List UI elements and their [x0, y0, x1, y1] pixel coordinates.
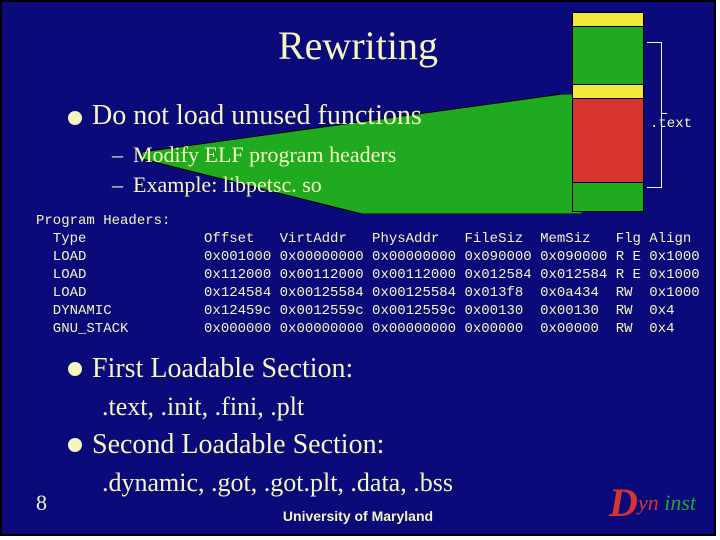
code-row: LOAD 0x124584 0x00125584 0x00125584 0x01… — [36, 285, 700, 301]
mem-slot — [572, 98, 644, 182]
sub-bullet-list: – Modify ELF program headers – Example: … — [112, 140, 396, 200]
main-bullet-text: Do not load unused functions — [92, 100, 422, 131]
program-headers-block: Program Headers: Type Offset VirtAddr Ph… — [36, 212, 700, 338]
mem-slot — [572, 26, 644, 84]
bracket-icon — [647, 42, 662, 188]
dash-icon: – — [112, 170, 123, 200]
text-segment-label: .text — [650, 116, 692, 132]
mem-slot — [572, 12, 644, 26]
code-heading: Program Headers: — [36, 213, 170, 229]
memory-layout-diagram — [572, 12, 644, 212]
code-row: GNU_STACK 0x000000 0x00000000 0x00000000… — [36, 321, 675, 337]
bullet-icon — [68, 362, 82, 376]
main-bullet: Do not load unused functions — [68, 100, 422, 132]
logo-part1: yn — [638, 490, 659, 515]
sub-bullet-item: – Example: libpetsc. so — [112, 170, 396, 200]
bullet-icon — [68, 438, 82, 452]
logo-letter-d: D — [609, 480, 638, 525]
list-item: Second Loadable Section: — [68, 426, 453, 464]
code-row: LOAD 0x001000 0x00000000 0x00000000 0x09… — [36, 249, 700, 265]
list-item: First Loadable Section: — [68, 350, 453, 388]
code-row: DYNAMIC 0x12459c 0x0012559c 0x0012559c 0… — [36, 303, 675, 319]
slide: Rewriting Do not load unused functions –… — [0, 0, 716, 536]
footer-text: University of Maryland — [2, 508, 714, 524]
list-subtext: .dynamic, .got, .got.plt, .data, .bss — [102, 464, 453, 502]
list-text: First Loadable Section: — [92, 350, 353, 388]
sub-bullet-text: Modify ELF program headers — [133, 140, 396, 170]
dyninst-logo: Dyn inst — [609, 479, 696, 526]
mem-slot — [572, 84, 644, 98]
code-row: LOAD 0x112000 0x00112000 0x00112000 0x01… — [36, 267, 700, 283]
mem-slot — [572, 182, 644, 212]
loadable-section-list: First Loadable Section: .text, .init, .f… — [68, 350, 453, 502]
logo-part2: inst — [659, 490, 696, 515]
code-header-row: Type Offset VirtAddr PhysAddr FileSiz Me… — [36, 231, 691, 247]
dash-icon: – — [112, 140, 123, 170]
sub-bullet-item: – Modify ELF program headers — [112, 140, 396, 170]
sub-bullet-text: Example: libpetsc. so — [133, 170, 322, 200]
list-subtext: .text, .init, .fini, .plt — [102, 388, 453, 426]
list-text: Second Loadable Section: — [92, 426, 384, 464]
bullet-icon — [68, 111, 82, 125]
